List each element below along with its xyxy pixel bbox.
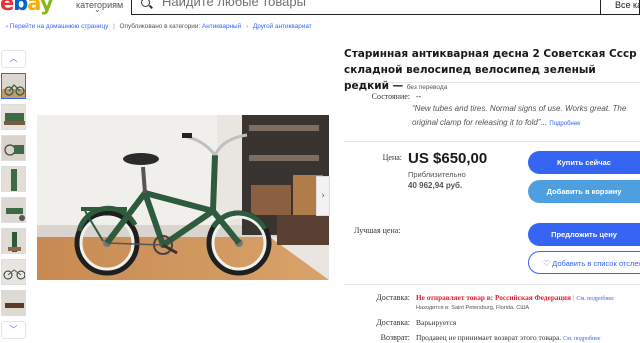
breadcrumb-chevron-icon: › — [246, 23, 249, 30]
thumbnail-3[interactable] — [1, 135, 26, 161]
returns-details-link[interactable]: См. подробнее — [563, 336, 600, 342]
returns-label: Возврат: — [380, 333, 410, 342]
divider — [344, 141, 640, 142]
buy-now-button[interactable]: Купить сейчас — [528, 151, 640, 174]
heart-icon: ♡ — [543, 259, 551, 268]
delivery-label: Доставка: — [376, 318, 410, 327]
back-to-home-link[interactable]: Перейти на домашнюю страницу — [10, 23, 108, 30]
thumbnail-strip: ︿ ﹀ — [0, 50, 27, 343]
add-to-watchlist-button[interactable]: ♡ Добавить в список отслеж — [528, 251, 640, 274]
condition-quote-text: “New tubes and tires. Normal signs of us… — [412, 104, 627, 127]
returns-info: Продавец не принимает возврат этого това… — [416, 333, 601, 343]
bicycle-photo — [37, 115, 329, 280]
divider — [344, 284, 640, 285]
approx-value: 40 962,94 руб. — [408, 181, 463, 190]
header: ebay категориям ⌄ Найдите любые товары В… — [0, 0, 640, 16]
price-label: Цена: — [382, 153, 402, 162]
thumbnail-5[interactable] — [1, 197, 26, 223]
search-icon — [141, 0, 150, 7]
best-offer-label: Лучшая цена: — [354, 226, 401, 235]
breadcrumb-divider: | — [113, 23, 115, 30]
shipping-info: Не отправляет товар в: Российская Федера… — [416, 293, 614, 304]
divider — [344, 82, 640, 83]
search-bar[interactable]: Найдите любые товары — [131, 0, 601, 15]
published-in-label: Опубликовано в категории: — [119, 23, 201, 30]
more-link[interactable]: Подробнее — [549, 121, 580, 127]
breadcrumb-category-other[interactable]: Другой антиквариат — [253, 23, 312, 30]
all-categories-select[interactable]: Все кате — [601, 0, 640, 15]
back-arrow-icon[interactable]: ‹ — [6, 23, 8, 30]
chevron-up-icon[interactable]: ︿ — [1, 50, 26, 68]
breadcrumb: ‹ Перейти на домашнюю страницу | Опублик… — [6, 22, 312, 31]
price-value: US $650,00 — [408, 150, 488, 167]
shipping-details-link[interactable]: См. подробнее — [576, 296, 613, 302]
main-product-image[interactable] — [37, 115, 329, 280]
chevron-down-icon[interactable]: ⌄ — [94, 6, 101, 14]
delivery-value: Варьируется — [416, 318, 457, 327]
condition-label: Состояние: — [371, 92, 410, 101]
item-location: Находится в: Saint Petersburg, Florida, … — [416, 305, 530, 311]
thumbnail-2[interactable] — [1, 104, 26, 130]
ebay-logo[interactable]: ebay — [0, 0, 54, 14]
add-to-cart-button[interactable]: Добавить в корзину — [528, 180, 640, 203]
no-translation-note: без перевода — [406, 84, 448, 91]
shipping-divider: | — [572, 293, 575, 302]
watchlist-label: Добавить в список отслеж — [552, 259, 640, 268]
thumbnail-4[interactable] — [1, 166, 26, 192]
condition-value: -- — [416, 92, 422, 101]
approx-label: Приблизительно — [408, 170, 466, 179]
listing-title: Старинная антикварная десна 2 Советская … — [344, 46, 640, 96]
shipping-value: Не отправляет товар в: Российская Федера… — [416, 293, 571, 302]
breadcrumb-category-antiques[interactable]: Антикварный — [202, 23, 241, 30]
condition-description: “New tubes and tires. Normal signs of us… — [412, 102, 640, 131]
thumbnail-1[interactable] — [1, 73, 26, 99]
returns-value: Продавец не принимает возврат этого това… — [416, 333, 562, 342]
search-input[interactable]: Найдите любые товары — [162, 0, 306, 10]
listing-title-text: Старинная антикварная десна 2 Советская … — [344, 48, 637, 92]
thumbnail-8[interactable] — [1, 290, 26, 316]
shipping-label: Доставка: — [376, 293, 410, 302]
thumbnail-6[interactable] — [1, 228, 26, 254]
make-offer-button[interactable]: Предложить цену — [528, 223, 640, 246]
chevron-down-icon[interactable]: ﹀ — [1, 321, 26, 339]
chevron-right-icon[interactable]: › — [316, 176, 330, 216]
thumbnail-7[interactable] — [1, 259, 26, 285]
